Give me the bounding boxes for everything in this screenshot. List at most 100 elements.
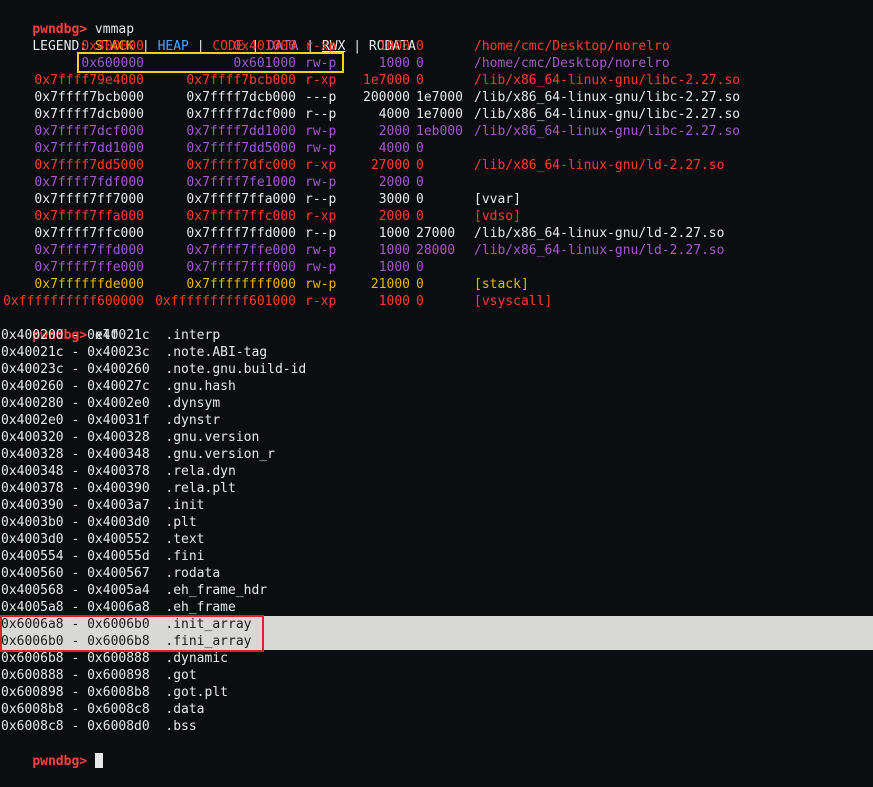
vmmap-size: 2000 xyxy=(378,175,410,190)
vmmap-start: 0x7ffff7dcf000 xyxy=(34,124,144,139)
vmmap-offset: 0 xyxy=(416,209,424,224)
elf-section-row: 0x4002e0 - 0x40031f .dynstr xyxy=(1,412,220,429)
vmmap-start: 0x7ffff7ffa000 xyxy=(34,209,144,224)
vmmap-path: /home/cmc/Desktop/norelro xyxy=(474,56,670,71)
section-name: .eh_frame_hdr xyxy=(165,583,268,598)
vmmap-size: 1000 xyxy=(378,260,410,275)
section-range: 0x400560 - 0x400567 xyxy=(1,566,150,581)
elf-section-row: 0x400280 - 0x4002e0 .dynsym xyxy=(1,395,220,412)
vmmap-end: 0x7ffff7ffc000 xyxy=(186,209,296,224)
vmmap-start: 0x7ffff7ff7000 xyxy=(34,192,144,207)
elf-section-row: 0x400260 - 0x40027c .gnu.hash xyxy=(1,378,236,395)
terminal-window[interactable]: pwndbg> vmmap LEGEND: STACK | HEAP | COD… xyxy=(0,0,873,769)
prompt: pwndbg> xyxy=(32,754,88,769)
vmmap-row: 0x7ffff7bcb000 0x7ffff7dcb000 ---p 200000 1e… xyxy=(0,89,873,106)
elf-section-row: 0x600898 - 0x6008b8 .got.plt xyxy=(1,684,228,701)
vmmap-size: 2000 xyxy=(378,209,410,224)
section-range: 0x40021c - 0x40023c xyxy=(1,345,150,360)
vmmap-path: /lib/x86_64-linux-gnu/libc-2.27.so xyxy=(474,73,741,88)
elf-section-row: 0x400390 - 0x4003a7 .init xyxy=(1,497,205,514)
vmmap-row: 0x7ffff7dcf000 0x7ffff7dd1000 rw-p 2000 1eb0… xyxy=(0,123,873,140)
vmmap-start: 0xffffffffff600000 xyxy=(3,294,144,309)
vmmap-perm: rw-p xyxy=(305,260,337,275)
vmmap-start: 0x7ffffffde000 xyxy=(34,277,144,292)
section-name: .note.gnu.build-id xyxy=(165,362,307,377)
elf-section-row: 0x400328 - 0x400348 .gnu.version_r xyxy=(1,446,275,463)
vmmap-offset: 0 xyxy=(416,141,424,156)
vmmap-perm: r-xp xyxy=(305,209,337,224)
vmmap-row: 0x7ffff7ff7000 0x7ffff7ffa000 r--p 3000 0 [vv… xyxy=(0,191,873,208)
elf-section-row: 0x400200 - 0x40021c .interp xyxy=(1,327,220,344)
elf-section-row: 0x6008b8 - 0x6008c8 .data xyxy=(1,701,205,718)
vmmap-start: 0x7ffff7ffe000 xyxy=(34,260,144,275)
vmmap-start: 0x7ffff7bcb000 xyxy=(34,90,144,105)
vmmap-end: 0x7ffff7dd1000 xyxy=(186,124,296,139)
section-name: .gnu.version xyxy=(165,430,260,445)
vmmap-row: 0x7ffff7ffc000 0x7ffff7ffd000 r--p 1000 2700… xyxy=(0,225,873,242)
vmmap-path: [stack] xyxy=(474,277,529,292)
vmmap-perm: r--p xyxy=(305,226,337,241)
vmmap-path: /lib/x86_64-linux-gnu/libc-2.27.so xyxy=(474,107,741,122)
vmmap-perm: rw-p xyxy=(305,124,337,139)
section-range: 0x400554 - 0x40055d xyxy=(1,549,150,564)
vmmap-start: 0x7ffff7dd1000 xyxy=(34,141,144,156)
elf-section-row: 0x400554 - 0x40055d .fini xyxy=(1,548,205,565)
prompt-line-final[interactable]: pwndbg> xyxy=(1,736,103,769)
vmmap-offset: 1e7000 xyxy=(416,90,463,105)
vmmap-size: 4000 xyxy=(378,107,410,122)
vmmap-size: 1000 xyxy=(378,294,410,309)
section-name: .interp xyxy=(165,328,221,343)
section-name: .data xyxy=(165,702,205,717)
legend-line: LEGEND: STACK | HEAP | CODE | DATA | RWX… xyxy=(1,21,416,54)
elf-section-row: 0x6006b8 - 0x600888 .dynamic xyxy=(1,650,228,667)
section-range: 0x4005a8 - 0x4006a8 xyxy=(1,600,150,615)
elf-section-row: 0x4005a8 - 0x4006a8 .eh_frame xyxy=(1,599,236,616)
vmmap-end: 0x7ffff7fe1000 xyxy=(186,175,296,190)
vmmap-end: 0x7ffff7ffa000 xyxy=(186,192,296,207)
vmmap-path: [vdso] xyxy=(474,209,521,224)
vmmap-perm: r-xp xyxy=(305,158,337,173)
vmmap-row: 0x7ffff7ffa000 0x7ffff7ffc000 r-xp 2000 0 [vd… xyxy=(0,208,873,225)
vmmap-path: /home/cmc/Desktop/norelro xyxy=(474,39,670,54)
vmmap-offset: 0 xyxy=(416,277,424,292)
vmmap-start: 0x7ffff7dd5000 xyxy=(34,158,144,173)
section-range: 0x400260 - 0x40027c xyxy=(1,379,150,394)
vmmap-offset: 28000 xyxy=(416,243,456,258)
section-name: .got.plt xyxy=(165,685,228,700)
section-name: .dynamic xyxy=(165,651,228,666)
vmmap-row: 0x7ffff7ffe000 0x7ffff7fff000 rw-p 1000 0 xyxy=(0,259,873,276)
elf-section-row: 0x4003b0 - 0x4003d0 .plt xyxy=(1,514,197,531)
highlight-box-red xyxy=(0,615,264,652)
elf-section-row: 0x600888 - 0x600898 .got xyxy=(1,667,197,684)
vmmap-end: 0x7ffff7fff000 xyxy=(186,260,296,275)
section-range: 0x400348 - 0x400378 xyxy=(1,464,150,479)
vmmap-size: 1000 xyxy=(378,243,410,258)
vmmap-perm: rw-p xyxy=(305,175,337,190)
vmmap-end: 0x7ffff7dcb000 xyxy=(186,90,296,105)
elf-section-row: 0x400378 - 0x400390 .rela.plt xyxy=(1,480,236,497)
section-range: 0x6008b8 - 0x6008c8 xyxy=(1,702,150,717)
elf-section-row: 0x400320 - 0x400328 .gnu.version xyxy=(1,429,259,446)
vmmap-path: /lib/x86_64-linux-gnu/libc-2.27.so xyxy=(474,124,741,139)
section-range: 0x400378 - 0x400390 xyxy=(1,481,150,496)
section-name: .bss xyxy=(165,719,197,734)
vmmap-offset: 0 xyxy=(416,175,424,190)
vmmap-perm: rw-p xyxy=(305,243,337,258)
vmmap-path: /lib/x86_64-linux-gnu/ld-2.27.so xyxy=(474,158,725,173)
vmmap-size: 200000 xyxy=(363,90,410,105)
vmmap-row: 0x7ffff7dcb000 0x7ffff7dcf000 r--p 4000 1e70… xyxy=(0,106,873,123)
vmmap-start: 0x7ffff7fdf000 xyxy=(34,175,144,190)
section-name: .init xyxy=(165,498,205,513)
vmmap-size: 1000 xyxy=(378,226,410,241)
vmmap-row: 0xffffffffff600000 0xffffffffff601000 r-xp… xyxy=(0,293,873,310)
vmmap-size: 21000 xyxy=(370,277,410,292)
elf-section-row: 0x6008c8 - 0x6008d0 .bss xyxy=(1,718,197,735)
vmmap-offset: 0 xyxy=(416,158,424,173)
vmmap-row: 0x7ffff7dd1000 0x7ffff7dd5000 rw-p 4000 0 xyxy=(0,140,873,157)
vmmap-perm: r-xp xyxy=(305,73,337,88)
text-cursor xyxy=(94,753,103,768)
vmmap-perm: r--p xyxy=(305,192,337,207)
vmmap-end: 0x7ffff7ffe000 xyxy=(186,243,296,258)
vmmap-perm: rw-p xyxy=(305,141,337,156)
vmmap-offset: 0 xyxy=(416,73,424,88)
